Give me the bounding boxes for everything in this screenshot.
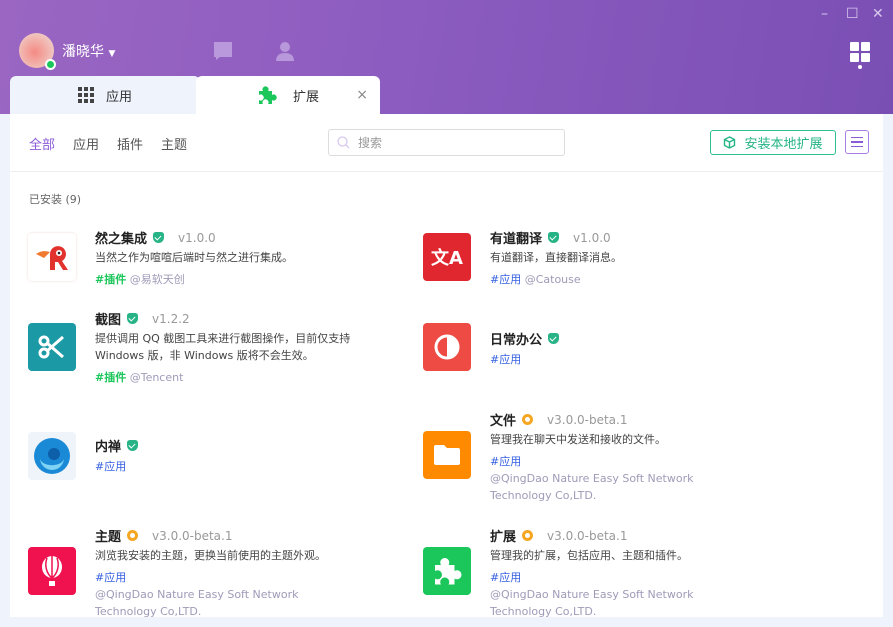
item-tag[interactable]: #应用 (490, 353, 521, 366)
builtin-icon (127, 530, 139, 541)
item-tag[interactable]: #插件 (95, 273, 126, 286)
avatar[interactable] (19, 33, 56, 70)
tab-extensions[interactable]: 扩展 × (196, 76, 380, 114)
tab-label: 应用 (105, 89, 132, 105)
install-local-extension-button[interactable]: 安装本地扩展 (710, 130, 836, 155)
contacts-icon[interactable] (275, 41, 295, 61)
puzzle-icon (258, 86, 277, 104)
item-author: @Tencent (129, 371, 184, 384)
item-version: v3.0.0-beta.1 (547, 412, 628, 427)
folder-icon (423, 431, 471, 479)
item-desc: 有道翻译，直接翻译消息。 (490, 251, 622, 264)
minimize-button[interactable]: – (821, 6, 828, 22)
item-tag[interactable]: #应用 (490, 273, 521, 286)
package-icon (724, 136, 736, 149)
tab-label: 扩展 (292, 89, 319, 105)
verified-icon (153, 232, 165, 243)
item-author: @QingDao Nature Easy Soft Network Techno… (95, 588, 299, 618)
chat-icon[interactable] (213, 41, 233, 61)
filter-themes[interactable]: 主题 (161, 134, 187, 153)
filter-bar: 全部 应用 插件 主题 (29, 134, 187, 153)
item-desc: 提供调用 QQ 截图工具来进行截图操作，目前仅支持 Windows 版，非 Wi… (95, 332, 351, 362)
item-title: 主题 (95, 530, 122, 545)
item-author: @Catouse (524, 273, 581, 286)
neichan-icon (28, 432, 76, 480)
online-status-dot (45, 59, 56, 70)
item-desc: 当然之作为喧喧后端时与然之进行集成。 (95, 251, 293, 264)
item-tag[interactable]: #插件 (95, 371, 126, 384)
item-title: 日常办公 (490, 333, 543, 348)
filter-apps[interactable]: 应用 (73, 134, 99, 153)
item-author: @QingDao Nature Easy Soft Network Techno… (490, 472, 694, 502)
item-desc: 管理我的扩展，包括应用、主题和插件。 (490, 549, 688, 562)
item-author: @易软天创 (129, 273, 185, 286)
user-name: 潘晓华 (62, 44, 104, 60)
item-tag[interactable]: #应用 (95, 569, 355, 586)
verified-icon (548, 232, 560, 243)
office-icon (423, 323, 471, 371)
item-title: 有道翻译 (490, 232, 543, 247)
user-menu[interactable]: 潘晓华 ▼ (62, 41, 115, 61)
item-version: v3.0.0-beta.1 (152, 528, 233, 543)
verified-icon (127, 440, 139, 451)
title-bar: – ☐ ✕ 潘晓华 ▼ 应用 扩展 × (0, 0, 893, 114)
builtin-icon (522, 530, 534, 541)
caret-down-icon: ▼ (108, 49, 116, 59)
item-tag[interactable]: #应用 (95, 460, 126, 473)
filter-plugins[interactable]: 插件 (117, 134, 143, 153)
item-version: v3.0.0-beta.1 (547, 528, 628, 543)
item-version: v1.0.0 (178, 230, 216, 245)
verified-icon (127, 313, 139, 324)
item-title: 内禅 (95, 440, 122, 455)
balloon-icon (28, 547, 76, 595)
item-desc: 管理我在聊天中发送和接收的文件。 (490, 433, 666, 446)
verified-icon (548, 333, 560, 344)
grid-icon (77, 87, 94, 103)
apps-grid-icon[interactable] (850, 42, 870, 70)
item-author: @QingDao Nature Easy Soft Network Techno… (490, 588, 694, 618)
item-title: 文件 (490, 414, 517, 429)
item-version: v1.2.2 (152, 311, 190, 326)
section-heading: 已安装 (9) (29, 193, 82, 206)
item-title: 截图 (95, 313, 122, 328)
item-desc: 浏览我安装的主题，更换当前使用的主题外观。 (95, 549, 326, 562)
menu-button[interactable] (845, 130, 869, 154)
puzzle-icon (423, 547, 471, 595)
item-tag[interactable]: #应用 (490, 569, 750, 586)
tab-apps[interactable]: 应用 (10, 76, 200, 114)
filter-all[interactable]: 全部 (29, 134, 55, 153)
scissors-icon (28, 323, 76, 371)
install-label: 安装本地扩展 (744, 137, 823, 152)
search-input[interactable] (358, 135, 538, 150)
maximize-button[interactable]: ☐ (846, 6, 859, 22)
item-tag[interactable]: #应用 (490, 453, 750, 470)
ranzhi-icon (28, 233, 76, 281)
divider (10, 171, 883, 172)
search-icon (337, 136, 350, 149)
close-tab-button[interactable]: × (356, 87, 368, 103)
translate-icon: 文A (423, 233, 471, 281)
search-box (328, 129, 565, 156)
builtin-icon (522, 414, 534, 425)
item-title: 扩展 (490, 530, 517, 545)
item-version: v1.0.0 (573, 230, 611, 245)
extensions-panel: 全部 应用 插件 主题 安装本地扩展 已安装 (9) 然之集成 v1.0.0 当然… (10, 114, 883, 618)
item-title: 然之集成 (95, 232, 148, 247)
close-window-button[interactable]: ✕ (872, 6, 884, 22)
